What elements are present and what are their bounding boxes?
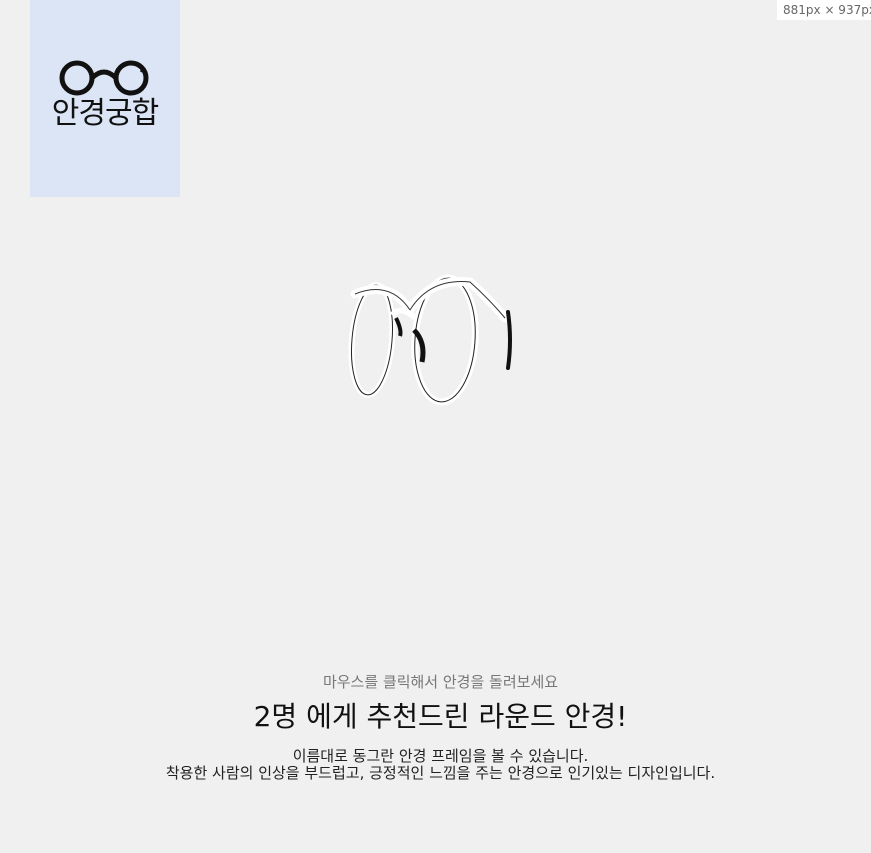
recommendation-headline: 2명 에게 추천드린 라운드 안경! <box>253 700 628 733</box>
description-line-1: 이름대로 동그란 안경 프레임을 볼 수 있습니다. <box>292 747 589 765</box>
glasses-description: 이름대로 동그란 안경 프레임을 볼 수 있습니다. 착용한 사람의 인상을 부… <box>0 748 871 782</box>
description-line-2: 착용한 사람의 인상을 부드럽고, 긍정적인 느낌을 주는 안경으로 인기있는 … <box>165 764 716 782</box>
glasses-3d-viewer[interactable] <box>330 270 530 420</box>
logo-text: 안경궁합 <box>51 96 159 131</box>
round-glasses-3d-model <box>348 274 512 406</box>
page: 881px × 937px 안경궁합 마우스를 클릭해서 안경을 돌려보세요 2… <box>0 0 871 853</box>
rotate-hint: 마우스를 클릭해서 안경을 돌려보세요 <box>322 673 559 691</box>
viewport-size-indicator: 881px × 937px <box>777 0 871 20</box>
logo[interactable]: 안경궁합 <box>30 0 180 197</box>
round-glasses-icon <box>59 60 149 96</box>
